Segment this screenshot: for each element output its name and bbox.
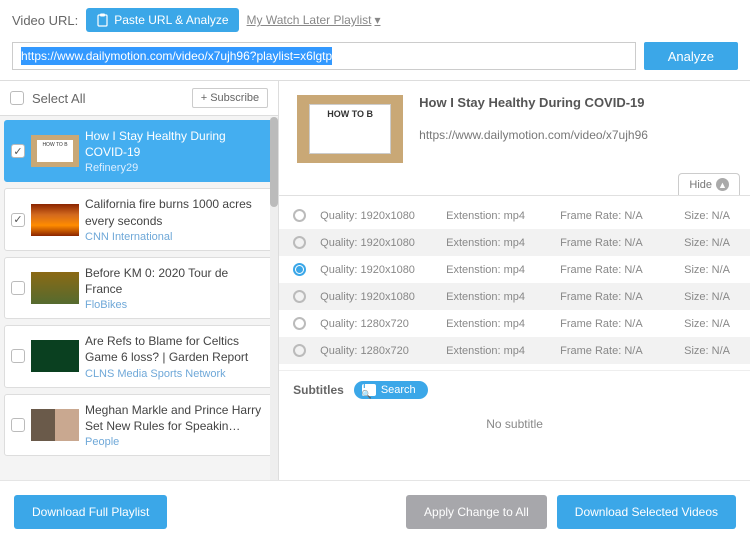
scrollbar-thumb[interactable]	[270, 117, 278, 207]
chevron-down-icon: ▾	[374, 13, 380, 27]
video-thumbnail	[31, 409, 79, 441]
download-full-playlist-button[interactable]: Download Full Playlist	[14, 495, 167, 529]
quality-size: Size: N/A	[684, 237, 736, 249]
video-item[interactable]: How I Stay Healthy During COVID-19 Refine…	[4, 120, 274, 182]
video-title: California fire burns 1000 acres every s…	[85, 196, 267, 228]
quality-row[interactable]: Quality: 1280x720 Extenstion: mp4 Frame Ra…	[279, 310, 750, 337]
select-all-label: Select All	[32, 91, 192, 106]
quality-framerate: Frame Rate: N/A	[560, 264, 670, 276]
select-all-checkbox[interactable]	[10, 91, 24, 105]
video-publisher: CLNS Media Sports Network	[85, 368, 267, 380]
quality-framerate: Frame Rate: N/A	[560, 237, 670, 249]
quality-size: Size: N/A	[684, 264, 736, 276]
quality-size: Size: N/A	[684, 291, 736, 303]
video-list[interactable]: How I Stay Healthy During COVID-19 Refine…	[0, 116, 278, 480]
video-thumbnail	[31, 204, 79, 236]
chevron-up-icon: ▲	[716, 178, 729, 191]
quality-row[interactable]: Quality: 1280x720 Extenstion: mp4 Frame Ra…	[279, 337, 750, 364]
quality-size: Size: N/A	[684, 345, 736, 357]
detail-thumbnail: HOW TO B	[297, 95, 403, 163]
quality-extension: Extenstion: mp4	[446, 210, 546, 222]
quality-radio[interactable]	[293, 263, 306, 276]
clipboard-icon	[96, 13, 109, 27]
url-input[interactable]: https://www.dailymotion.com/video/x7ujh9…	[12, 42, 636, 70]
detail-url: https://www.dailymotion.com/video/x7ujh9…	[419, 128, 732, 142]
video-checkbox[interactable]	[11, 213, 25, 227]
quality-row[interactable]: Quality: 1920x1080 Extenstion: mp4 Frame R…	[279, 256, 750, 283]
scrollbar-track[interactable]	[270, 117, 278, 480]
quality-extension: Extenstion: mp4	[446, 264, 546, 276]
hide-toggle[interactable]: Hide ▲	[678, 173, 740, 195]
quality-framerate: Frame Rate: N/A	[560, 345, 670, 357]
quality-resolution: Quality: 1920x1080	[320, 264, 432, 276]
quality-radio[interactable]	[293, 290, 306, 303]
quality-extension: Extenstion: mp4	[446, 237, 546, 249]
quality-extension: Extenstion: mp4	[446, 291, 546, 303]
download-selected-button[interactable]: Download Selected Videos	[557, 495, 736, 529]
quality-radio[interactable]	[293, 344, 306, 357]
detail-title: How I Stay Healthy During COVID-19	[419, 95, 732, 110]
search-icon: T🔍	[362, 384, 376, 396]
quality-radio[interactable]	[293, 209, 306, 222]
video-item[interactable]: Are Refs to Blame for Celtics Game 6 los…	[4, 325, 274, 387]
quality-size: Size: N/A	[684, 210, 736, 222]
video-item[interactable]: Before KM 0: 2020 Tour de France FloBikes	[4, 257, 274, 319]
quality-resolution: Quality: 1920x1080	[320, 210, 432, 222]
subscribe-button[interactable]: + Subscribe	[192, 88, 268, 108]
quality-resolution: Quality: 1280x720	[320, 318, 432, 330]
subtitles-search-button[interactable]: T🔍 Search	[354, 381, 428, 399]
quality-framerate: Frame Rate: N/A	[560, 291, 670, 303]
quality-radio[interactable]	[293, 317, 306, 330]
analyze-button[interactable]: Analyze	[644, 42, 738, 70]
quality-list: Quality: 1920x1080 Extenstion: mp4 Frame R…	[279, 196, 750, 370]
video-title: Before KM 0: 2020 Tour de France	[85, 265, 267, 297]
paste-analyze-button[interactable]: Paste URL & Analyze	[86, 8, 238, 32]
watch-later-link[interactable]: My Watch Later Playlist ▾	[247, 13, 381, 27]
video-checkbox[interactable]	[11, 418, 25, 432]
subtitles-label: Subtitles	[293, 383, 344, 397]
quality-row[interactable]: Quality: 1920x1080 Extenstion: mp4 Frame R…	[279, 229, 750, 256]
video-title: How I Stay Healthy During COVID-19	[85, 128, 267, 160]
video-item[interactable]: California fire burns 1000 acres every s…	[4, 188, 274, 250]
video-thumbnail	[31, 272, 79, 304]
video-checkbox[interactable]	[11, 281, 25, 295]
video-publisher: FloBikes	[85, 299, 267, 311]
paste-analyze-label: Paste URL & Analyze	[114, 13, 228, 27]
video-thumbnail	[31, 135, 79, 167]
quality-extension: Extenstion: mp4	[446, 345, 546, 357]
video-publisher: People	[85, 436, 267, 448]
quality-framerate: Frame Rate: N/A	[560, 318, 670, 330]
no-subtitle-text: No subtitle	[279, 405, 750, 443]
apply-change-all-button[interactable]: Apply Change to All	[406, 495, 547, 529]
video-checkbox[interactable]	[11, 349, 25, 363]
video-title: Are Refs to Blame for Celtics Game 6 los…	[85, 333, 267, 365]
quality-extension: Extenstion: mp4	[446, 318, 546, 330]
quality-radio[interactable]	[293, 236, 306, 249]
video-publisher: Refinery29	[85, 162, 267, 174]
quality-resolution: Quality: 1920x1080	[320, 237, 432, 249]
quality-resolution: Quality: 1280x720	[320, 345, 432, 357]
video-thumbnail	[31, 340, 79, 372]
video-checkbox[interactable]	[11, 144, 25, 158]
video-item[interactable]: Meghan Markle and Prince Harry Set New R…	[4, 394, 274, 456]
quality-size: Size: N/A	[684, 318, 736, 330]
video-title: Meghan Markle and Prince Harry Set New R…	[85, 402, 267, 434]
quality-resolution: Quality: 1920x1080	[320, 291, 432, 303]
quality-row[interactable]: Quality: 1920x1080 Extenstion: mp4 Frame R…	[279, 202, 750, 229]
quality-row[interactable]: Quality: 1920x1080 Extenstion: mp4 Frame R…	[279, 283, 750, 310]
url-label: Video URL:	[12, 13, 78, 28]
video-publisher: CNN International	[85, 231, 267, 243]
quality-framerate: Frame Rate: N/A	[560, 210, 670, 222]
